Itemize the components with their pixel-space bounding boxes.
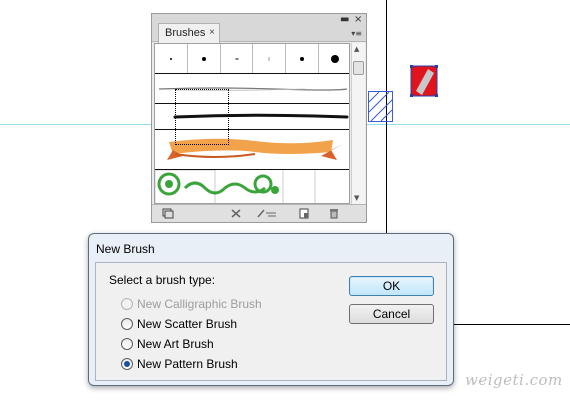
brush-type-prompt: Select a brush type: <box>109 273 216 287</box>
delete-brush-icon[interactable] <box>328 208 340 219</box>
selection-marquee <box>175 89 229 145</box>
brush-tip-row <box>155 44 349 74</box>
brush-list-scrollbar[interactable]: ▲ ▼ <box>351 43 365 204</box>
dialog-body: Select a brush type: New Calligraphic Br… <box>95 262 447 381</box>
scroll-thumb[interactable] <box>353 61 364 75</box>
radio-calligraphic[interactable] <box>121 298 133 310</box>
brush-tip-dash[interactable] <box>221 44 254 73</box>
new-brush-dialog: New Brush Select a brush type: New Calli… <box>88 233 454 386</box>
option-calligraphic-brush[interactable]: New Calligraphic Brush <box>121 296 262 312</box>
brush-libraries-menu-icon[interactable] <box>162 208 174 219</box>
option-pattern-label: New Pattern Brush <box>137 357 238 371</box>
new-brush-icon[interactable] <box>298 208 310 219</box>
brush-tip-thin-stroke[interactable] <box>253 44 287 73</box>
option-scatter-label: New Scatter Brush <box>137 317 238 331</box>
scroll-down-arrow-icon[interactable]: ▼ <box>354 194 359 202</box>
panel-close-icon[interactable]: × <box>354 15 362 25</box>
watermark: weigeti.com <box>465 371 563 389</box>
artboard-edge-horizontal <box>452 324 570 325</box>
selected-pattern-tile[interactable] <box>410 65 438 97</box>
brush-pattern-vine[interactable] <box>155 169 349 203</box>
brushes-panel: ▬ × Brushes × ▾≡ ▲ ▼ <box>151 13 367 223</box>
scroll-up-arrow-icon[interactable]: ▲ <box>354 45 359 53</box>
option-pattern-brush[interactable]: New Pattern Brush <box>121 356 238 372</box>
brush-tip-small-dot[interactable] <box>188 44 221 73</box>
option-art-brush[interactable]: New Art Brush <box>121 336 214 352</box>
ok-button[interactable]: OK <box>349 276 434 296</box>
tab-brushes-label: Brushes <box>165 27 206 39</box>
brush-tip-medium-dot[interactable] <box>286 44 320 73</box>
radio-pattern[interactable] <box>121 358 133 370</box>
panel-minimize-icon[interactable]: ▬ <box>340 15 349 25</box>
option-scatter-brush[interactable]: New Scatter Brush <box>121 316 237 332</box>
remove-brush-stroke-icon[interactable] <box>230 208 242 219</box>
tab-close-icon[interactable]: × <box>209 27 215 38</box>
option-calligraphic-label: New Calligraphic Brush <box>137 297 262 311</box>
radio-scatter[interactable] <box>121 318 133 330</box>
brush-tip-large-dot[interactable] <box>319 44 349 73</box>
tab-brushes[interactable]: Brushes × <box>158 23 220 43</box>
brushes-panel-header: ▬ × Brushes × ▾≡ <box>152 14 366 43</box>
option-art-label: New Art Brush <box>137 337 214 351</box>
hatch-pattern-tile[interactable] <box>368 91 393 122</box>
cancel-button[interactable]: Cancel <box>349 304 434 324</box>
dialog-title: New Brush <box>96 242 155 256</box>
brush-tip-tiny-dot[interactable] <box>155 44 188 73</box>
brush-options-icon[interactable] <box>256 208 278 219</box>
brush-list <box>154 43 350 204</box>
brushes-panel-toolbar <box>152 204 366 222</box>
radio-art[interactable] <box>121 338 133 350</box>
panel-menu-icon[interactable]: ▾≡ <box>351 29 362 38</box>
